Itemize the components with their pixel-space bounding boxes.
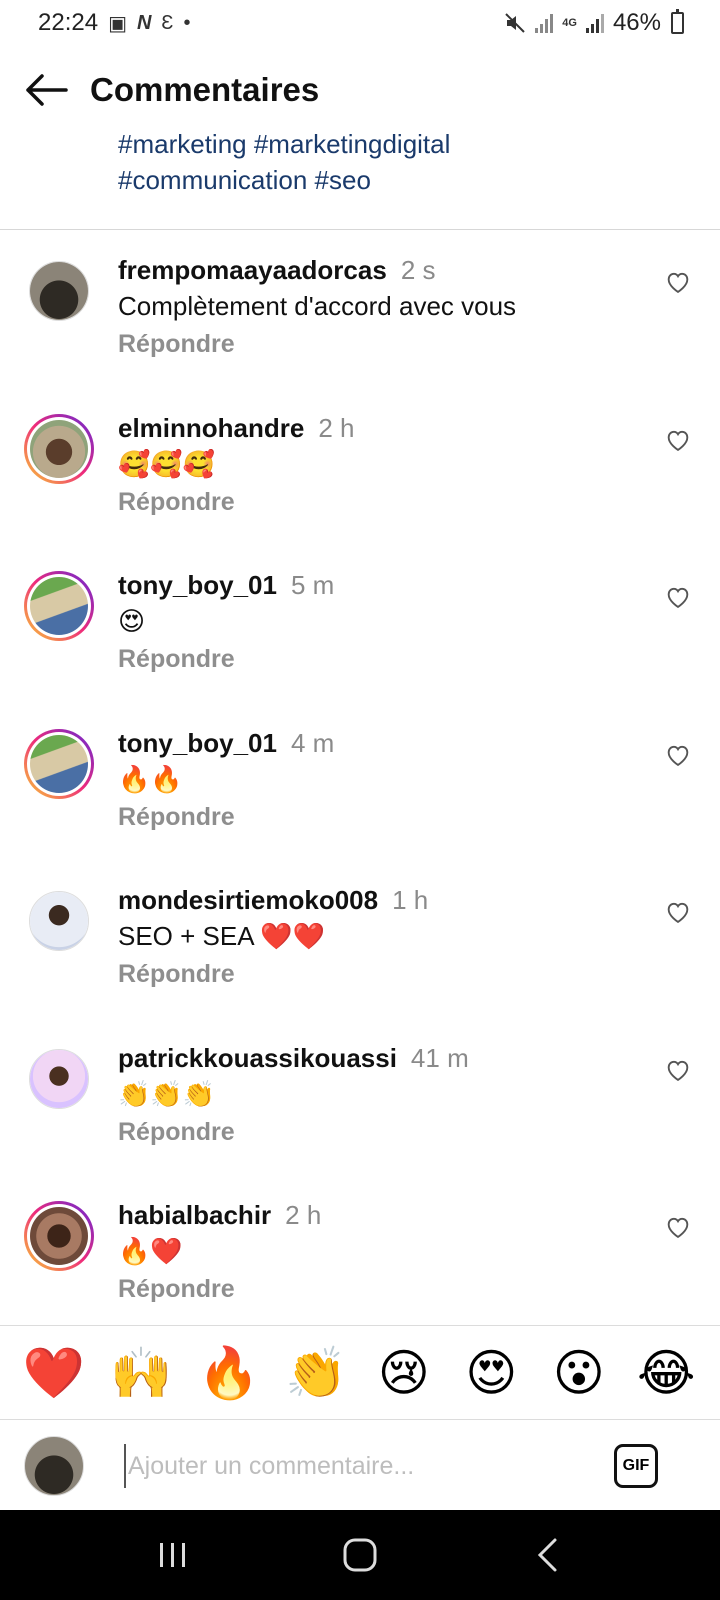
comment-time: 2 h: [318, 413, 355, 443]
comment-item: habialbachir 2 h 🔥❤️ Répondre: [0, 1175, 720, 1325]
gif-button[interactable]: GIF: [614, 1444, 658, 1488]
comment-username[interactable]: tony_boy_01: [118, 570, 277, 600]
signal-icon: [535, 14, 554, 33]
emoji-clap-button[interactable]: 👏: [281, 1343, 351, 1403]
avatar[interactable]: [24, 256, 94, 326]
comment-item: frempomaayaadorcas 2 s Complètement d'acc…: [0, 230, 720, 390]
avatar[interactable]: [24, 729, 94, 799]
home-icon: [343, 1538, 377, 1572]
home-button[interactable]: [330, 1525, 390, 1585]
reply-button[interactable]: Répondre: [118, 645, 235, 674]
post-caption: #marketing #marketingdigital #communicat…: [118, 126, 678, 198]
e-app-icon: Ɛ: [161, 11, 174, 34]
back-button[interactable]: [22, 66, 70, 114]
reply-button[interactable]: Répondre: [118, 1118, 235, 1147]
heart-icon[interactable]: [664, 898, 692, 926]
dot-icon: •: [183, 11, 191, 34]
heart-icon[interactable]: [664, 583, 692, 611]
comment-time: 4 m: [290, 728, 335, 758]
emoji-fire-button[interactable]: 🔥: [194, 1343, 264, 1403]
reply-button[interactable]: Répondre: [118, 1275, 235, 1304]
comment-time: 1 h: [392, 885, 429, 915]
avatar[interactable]: [24, 571, 94, 641]
comment-time: 41 m: [410, 1043, 469, 1073]
status-time: 22:24: [38, 9, 99, 36]
emoji-raised-hands-button[interactable]: 🙌: [106, 1343, 176, 1403]
comment-username[interactable]: mondesirtiemoko008: [118, 885, 378, 915]
quick-emoji-bar: ❤️ 🙌 🔥 👏 😢 😍 😮 😂: [0, 1325, 720, 1420]
comment-item: elminnohandre 2 h 🥰🥰🥰 Répondre: [0, 388, 720, 548]
comment-text: 😍: [118, 606, 146, 636]
comment-username[interactable]: tony_boy_01: [118, 728, 277, 758]
mute-icon: [505, 13, 525, 33]
comment-item: tony_boy_01 4 m 🔥🔥 Répondre: [0, 703, 720, 863]
emoji-heart-eyes-button[interactable]: 😍: [456, 1343, 526, 1403]
comment-item: tony_boy_01 5 m 😍 Répondre: [0, 545, 720, 705]
comment-text: 🔥🔥: [118, 764, 183, 794]
comment-text: 🔥❤️: [118, 1236, 183, 1266]
header: Commentaires: [0, 60, 720, 120]
comment-text: SEO + SEA ❤️❤️: [118, 921, 326, 951]
recent-apps-button[interactable]: [143, 1525, 203, 1585]
signal-icon-2: [585, 14, 604, 33]
avatar[interactable]: [24, 1044, 94, 1114]
comment-composer: GIF: [0, 1421, 720, 1511]
comment-username[interactable]: elminnohandre: [118, 413, 304, 443]
heart-icon[interactable]: [664, 426, 692, 454]
network-type: 4G: [562, 16, 577, 29]
comment-username[interactable]: frempomaayaadorcas: [118, 255, 387, 285]
emoji-heart-button[interactable]: ❤️: [19, 1343, 89, 1403]
heart-icon[interactable]: [664, 741, 692, 769]
page-title: Commentaires: [90, 71, 320, 108]
comment-list: frempomaayaadorcas 2 s Complètement d'acc…: [0, 230, 720, 1325]
n-app-icon: N: [136, 11, 152, 34]
comment-username[interactable]: habialbachir: [118, 1200, 271, 1230]
heart-icon[interactable]: [664, 1213, 692, 1241]
status-bar: 22:24 ▣ N Ɛ • 4G 46%: [0, 0, 720, 46]
avatar[interactable]: [24, 886, 94, 956]
my-avatar: [24, 1436, 84, 1496]
chevron-left-icon: [537, 1538, 557, 1572]
arrow-left-icon: [26, 74, 68, 106]
avatar[interactable]: [24, 1201, 94, 1271]
heart-icon[interactable]: [664, 268, 692, 296]
reply-button[interactable]: Répondre: [118, 330, 235, 359]
emoji-laughing-button[interactable]: 😂: [631, 1343, 701, 1403]
emoji-surprised-button[interactable]: 😮: [544, 1343, 614, 1403]
comment-text: 👏👏👏: [118, 1079, 216, 1109]
heart-icon[interactable]: [664, 1056, 692, 1084]
comment-input[interactable]: [124, 1444, 594, 1488]
battery-percent: 46%: [612, 9, 661, 36]
comment-item: patrickkouassikouassi 41 m 👏👏👏 Répondre: [0, 1018, 720, 1178]
comment-text: 🥰🥰🥰: [118, 449, 216, 479]
recent-apps-icon: [160, 1543, 186, 1567]
battery-icon: [671, 9, 684, 34]
gallery-icon: ▣: [108, 12, 127, 35]
comment-time: 2 h: [285, 1200, 322, 1230]
reply-button[interactable]: Répondre: [118, 488, 235, 517]
comment-text: Complètement d'accord avec vous: [118, 291, 517, 321]
comment-item: mondesirtiemoko008 1 h SEO + SEA ❤️❤️ Rép…: [0, 860, 720, 1020]
comment-time: 5 m: [290, 570, 335, 600]
comment-username[interactable]: patrickkouassikouassi: [118, 1043, 397, 1073]
system-back-button[interactable]: [517, 1525, 577, 1585]
caption-hashtags-line-2[interactable]: #communication #seo: [118, 162, 678, 198]
system-nav-bar: [0, 1510, 720, 1600]
reply-button[interactable]: Répondre: [118, 803, 235, 832]
reply-button[interactable]: Répondre: [118, 960, 235, 989]
emoji-crying-button[interactable]: 😢: [369, 1343, 439, 1403]
caption-hashtags-line-1[interactable]: #marketing #marketingdigital: [118, 126, 678, 162]
avatar[interactable]: [24, 414, 94, 484]
comment-time: 2 s: [400, 255, 436, 285]
